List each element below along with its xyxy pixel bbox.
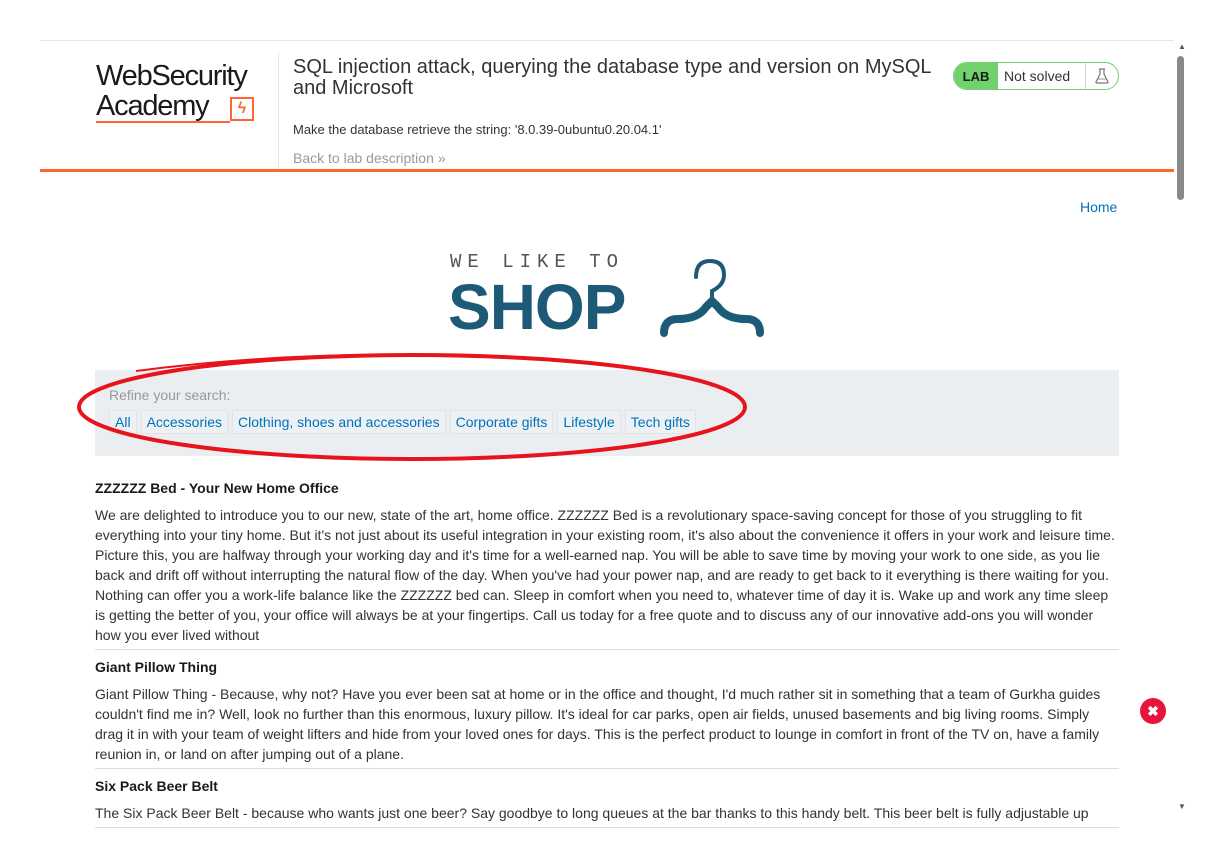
product-item: ZZZZZZ Bed - Your New Home Office We are…: [95, 479, 1119, 650]
logo-line2: Academy: [96, 90, 210, 122]
refine-search-label: Refine your search:: [109, 387, 231, 403]
bolt-icon: ϟ: [230, 97, 254, 121]
header-divider: [278, 53, 279, 171]
filter-all[interactable]: All: [109, 410, 137, 434]
academy-header: WebSecurity Academy ϟ SQL injection atta…: [40, 41, 1174, 172]
product-item: Giant Pillow Thing Giant Pillow Thing - …: [95, 658, 1119, 769]
header-accent-bar: [40, 169, 1174, 172]
filter-accessories[interactable]: Accessories: [140, 410, 229, 434]
lab-title: SQL injection attack, querying the datab…: [293, 56, 931, 99]
logo-line1: WebSecurity: [96, 60, 248, 92]
hanger-icon: [660, 258, 764, 337]
lab-status-widget: LAB Not solved: [953, 62, 1119, 90]
scroll-up-arrow-icon[interactable]: ▲: [1178, 42, 1186, 51]
home-link[interactable]: Home: [1080, 199, 1117, 215]
lab-badge: LAB: [954, 63, 998, 89]
product-title: Six Pack Beer Belt: [95, 778, 218, 794]
filter-clothing-shoes-accessories[interactable]: Clothing, shoes and accessories: [232, 410, 446, 434]
product-description: Giant Pillow Thing - Because, why not? H…: [95, 686, 1101, 762]
product-description: We are delighted to introduce you to our…: [95, 507, 1115, 643]
status-text: Not solved: [1004, 68, 1071, 84]
back-to-lab-description-link[interactable]: Back to lab description»: [293, 150, 446, 166]
product-title: ZZZZZZ Bed - Your New Home Office: [95, 480, 339, 496]
filter-corporate-gifts[interactable]: Corporate gifts: [449, 410, 554, 434]
web-security-academy-logo[interactable]: WebSecurity Academy ϟ: [96, 59, 278, 129]
scroll-down-arrow-icon[interactable]: ▼: [1178, 802, 1186, 811]
product-title: Giant Pillow Thing: [95, 659, 218, 675]
product-item: Six Pack Beer Belt The Six Pack Beer Bel…: [95, 777, 1119, 828]
flask-icon: [1085, 63, 1118, 89]
page-frame: WebSecurity Academy ϟ SQL injection atta…: [40, 40, 1174, 831]
scrollbar-thumb[interactable]: [1177, 56, 1184, 200]
shop-logo: WE LIKE TO SHOP: [448, 251, 768, 343]
vertical-scrollbar[interactable]: ▲ ▼: [1174, 40, 1190, 820]
product-list: ZZZZZZ Bed - Your New Home Office We are…: [95, 479, 1119, 831]
shop-tagline: WE LIKE TO: [450, 251, 625, 273]
lab-subtitle: Make the database retrieve the string: '…: [293, 122, 662, 137]
category-filter-list: All Accessories Clothing, shoes and acce…: [109, 410, 696, 434]
filter-lifestyle[interactable]: Lifestyle: [557, 410, 621, 434]
back-link-label: Back to lab description: [293, 150, 434, 166]
filter-tech-gifts[interactable]: Tech gifts: [624, 410, 696, 434]
close-icon[interactable]: ✖: [1140, 698, 1166, 724]
shop-word: SHOP: [448, 271, 626, 343]
logo-underline: [96, 121, 230, 123]
filter-panel: Refine your search: All Accessories Clot…: [95, 370, 1119, 456]
double-chevron-icon: »: [437, 150, 446, 166]
product-description: The Six Pack Beer Belt - because who wan…: [95, 805, 1089, 821]
